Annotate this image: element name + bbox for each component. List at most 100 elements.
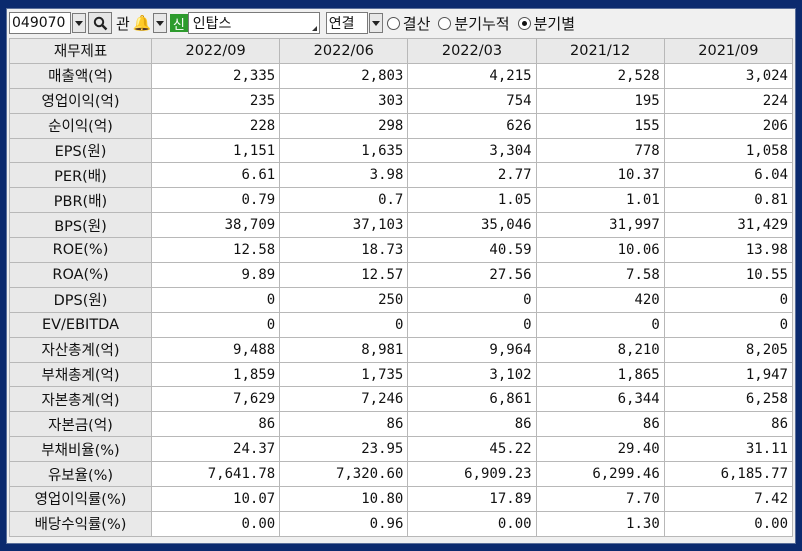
row-label: PBR(배): [9, 187, 152, 214]
gwan-label[interactable]: 관: [116, 13, 130, 34]
value-cell: 0: [150, 311, 281, 338]
value-cell: 10.55: [663, 262, 794, 288]
table-row: DPS(원) 0 250 0 420 0: [9, 286, 794, 313]
alert-dropdown[interactable]: [152, 13, 167, 33]
value-cell: 29.40: [535, 436, 665, 463]
value-cell: 17.89: [407, 486, 537, 512]
value-cell: 1,947: [663, 361, 794, 388]
stock-name: 인탑스: [192, 16, 232, 32]
consolidation-dropdown[interactable]: [368, 13, 383, 33]
value-cell: 2,803: [279, 62, 409, 89]
value-cell: 4,215: [407, 62, 537, 89]
value-cell: 9,488: [150, 336, 281, 363]
value-cell: 303: [279, 87, 409, 114]
value-cell: 1,151: [150, 137, 281, 164]
header-label: 재무제표: [9, 38, 152, 64]
value-cell: 86: [150, 411, 281, 438]
radio-circle-icon: [438, 16, 452, 30]
value-cell: 3,304: [407, 137, 537, 164]
value-cell: 18.73: [279, 237, 409, 264]
value-cell: 7.42: [663, 486, 794, 512]
period-header: 2022/03: [407, 38, 537, 64]
table-row: 자산총계(억) 9,488 8,981 9,964 8,210 8,205: [9, 336, 794, 363]
table-row: ROE(%) 12.58 18.73 40.59 10.06 13.98: [9, 237, 794, 264]
row-label: 부채비율(%): [9, 436, 152, 463]
value-cell: 298: [279, 112, 409, 139]
value-cell: 155: [535, 112, 665, 139]
value-cell: 1,058: [663, 137, 794, 164]
table-row: PER(배) 6.61 3.98 2.77 10.37 6.04: [9, 162, 794, 189]
table-row: 영업이익(억) 235 303 754 195 224: [9, 87, 794, 114]
value-cell: 0.96: [279, 510, 409, 537]
value-cell: 0.79: [150, 187, 281, 214]
value-cell: 778: [535, 137, 665, 164]
value-cell: 7.70: [535, 486, 665, 512]
value-cell: 1,735: [279, 361, 409, 388]
search-icon: [93, 16, 107, 30]
value-cell: 6,909.23: [407, 461, 537, 488]
table-row: 부채총계(억) 1,859 1,735 3,102 1,865 1,947: [9, 361, 794, 388]
value-cell: 10.37: [535, 162, 665, 189]
radio-settlement[interactable]: 결산: [386, 13, 430, 34]
row-label: 자산총계(억): [9, 336, 152, 363]
value-cell: 86: [407, 411, 537, 438]
table-body: 매출액(억) 2,335 2,803 4,215 2,528 3,024 영업이익(억) 23…: [9, 62, 794, 537]
value-cell: 45.22: [407, 436, 537, 463]
radio-quarterly[interactable]: 분기별: [517, 13, 575, 34]
stock-code-input[interactable]: 049070: [9, 12, 71, 34]
row-label: 영업이익률(%): [9, 486, 152, 512]
table-row: PBR(배) 0.79 0.7 1.05 1.01 0.81: [9, 187, 794, 214]
value-cell: 8,210: [535, 336, 665, 363]
value-cell: 10.06: [535, 237, 665, 264]
value-cell: 2.77: [407, 162, 537, 189]
row-label: 순이익(억): [9, 112, 152, 139]
consolidation-select[interactable]: 연결: [325, 12, 368, 34]
value-cell: 0.00: [663, 510, 794, 537]
chevron-down-icon: [371, 20, 380, 26]
row-label: ROA(%): [9, 262, 152, 288]
value-cell: 40.59: [407, 237, 537, 264]
row-label: DPS(원): [9, 286, 152, 313]
new-badge: 신: [169, 14, 188, 33]
value-cell: 1.30: [535, 510, 665, 537]
stock-code-dropdown[interactable]: [72, 13, 86, 33]
value-cell: 1.01: [535, 187, 665, 214]
value-cell: 7,246: [279, 386, 409, 413]
bell-icon[interactable]: 🔔: [132, 13, 152, 33]
row-label: ROE(%): [9, 237, 152, 264]
row-label: EPS(원): [9, 137, 152, 164]
chevron-down-icon: [155, 20, 164, 26]
row-label: 배당수익률(%): [9, 510, 152, 537]
value-cell: 0: [663, 286, 794, 313]
value-cell: 0.00: [407, 510, 537, 537]
table-row: EPS(원) 1,151 1,635 3,304 778 1,058: [9, 137, 794, 164]
value-cell: 1.05: [407, 187, 537, 214]
value-cell: 3,102: [407, 361, 537, 388]
value-cell: 0: [535, 311, 665, 338]
value-cell: 7.58: [535, 262, 665, 288]
value-cell: 7,320.60: [279, 461, 409, 488]
value-cell: 86: [663, 411, 794, 438]
table-row: 매출액(억) 2,335 2,803 4,215 2,528 3,024: [9, 62, 794, 89]
financial-panel: 049070 관 🔔 신 인탑스 연결 결산 분기누적 분기별 재무제표 202…: [6, 8, 796, 544]
value-cell: 6.61: [150, 162, 281, 189]
stock-name-field[interactable]: 인탑스: [187, 12, 320, 34]
row-label: BPS(원): [9, 212, 152, 239]
period-header: 2022/06: [279, 38, 409, 64]
value-cell: 12.58: [150, 237, 281, 264]
search-button[interactable]: [88, 12, 112, 34]
table-row: 배당수익률(%) 0.00 0.96 0.00 1.30 0.00: [9, 510, 794, 537]
value-cell: 0: [407, 311, 537, 338]
value-cell: 86: [535, 411, 665, 438]
value-cell: 9,964: [407, 336, 537, 363]
value-cell: 6,861: [407, 386, 537, 413]
row-label: 자본총계(억): [9, 386, 152, 413]
value-cell: 31,997: [535, 212, 665, 239]
radio-quarter-cumulative-label: 분기누적: [454, 14, 510, 33]
value-cell: 6,185.77: [663, 461, 794, 488]
table-row: 유보율(%) 7,641.78 7,320.60 6,909.23 6,299.46 6,…: [9, 461, 794, 488]
value-cell: 12.57: [279, 262, 409, 288]
value-cell: 86: [279, 411, 409, 438]
period-header: 2021/12: [535, 38, 665, 64]
radio-quarter-cumulative[interactable]: 분기누적: [438, 13, 510, 34]
